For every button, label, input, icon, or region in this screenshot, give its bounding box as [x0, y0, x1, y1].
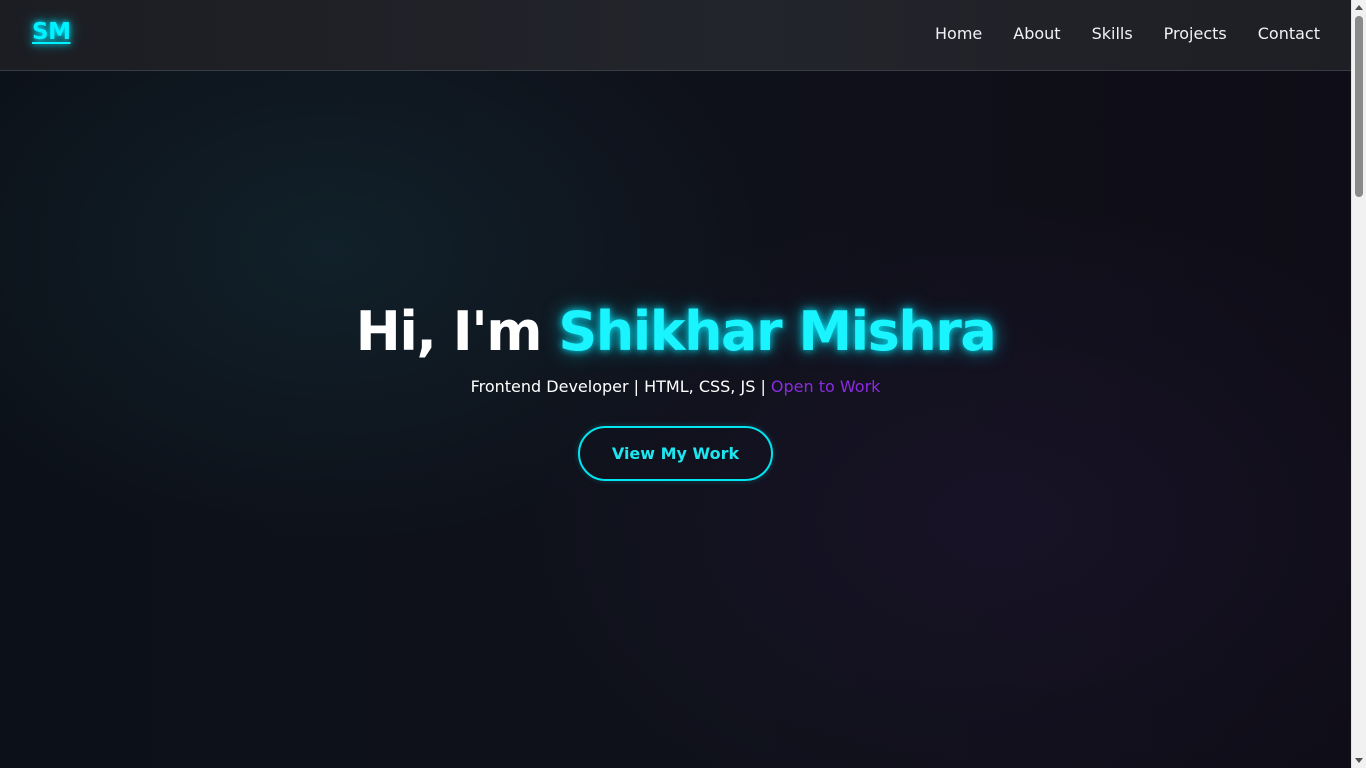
- hero-subtitle: Frontend Developer | HTML, CSS, JS | Ope…: [0, 377, 1351, 396]
- nav-link-projects[interactable]: Projects: [1164, 24, 1227, 43]
- chevron-up-icon[interactable]: [1355, 5, 1363, 10]
- hero-greeting: Hi, I'm: [355, 300, 559, 363]
- hero-section: Hi, I'm Shikhar Mishra Frontend Develope…: [0, 71, 1351, 768]
- open-to-work-label: Open to Work: [770, 377, 881, 396]
- navbar: SM Home About Skills Projects Contact: [0, 0, 1351, 71]
- scrollbar-thumb[interactable]: [1355, 16, 1363, 197]
- nav-item-about: About: [1013, 24, 1060, 43]
- view-my-work-button[interactable]: View My Work: [578, 426, 773, 481]
- nav-item-projects: Projects: [1164, 24, 1227, 43]
- nav-link-skills[interactable]: Skills: [1092, 24, 1133, 43]
- hero-subtitle-roles: Frontend Developer | HTML, CSS, JS |: [470, 377, 771, 396]
- nav-links: Home About Skills Projects Contact: [935, 24, 1320, 43]
- chevron-down-icon[interactable]: [1355, 758, 1363, 763]
- nav-item-home: Home: [935, 24, 982, 43]
- nav-link-about[interactable]: About: [1013, 24, 1060, 43]
- page-scrollbar[interactable]: [1351, 0, 1366, 768]
- nav-item-skills: Skills: [1092, 24, 1133, 43]
- nav-link-contact[interactable]: Contact: [1258, 24, 1320, 43]
- nav-item-contact: Contact: [1258, 24, 1320, 43]
- nav-link-home[interactable]: Home: [935, 24, 982, 43]
- hero-name: Shikhar Mishra: [558, 300, 996, 363]
- logo-link[interactable]: SM: [32, 19, 71, 45]
- hero-title: Hi, I'm Shikhar Mishra: [0, 299, 1351, 365]
